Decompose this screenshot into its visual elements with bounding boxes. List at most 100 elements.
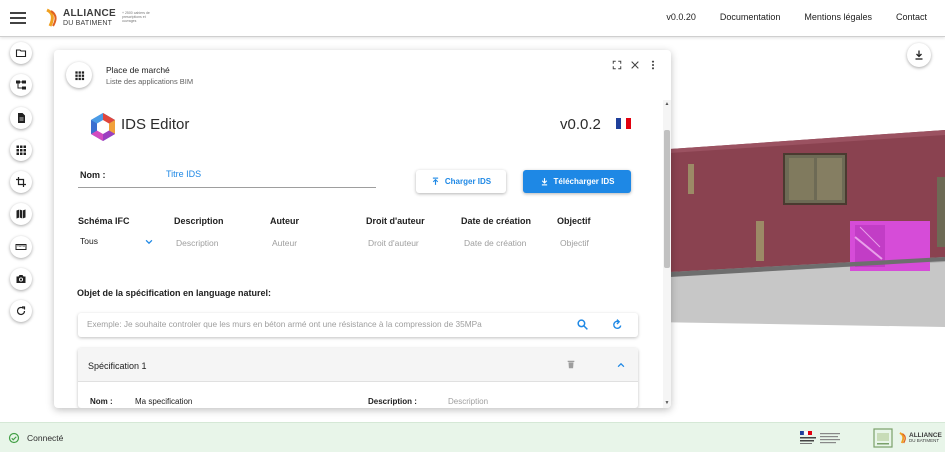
spec-name-label: Nom :: [90, 397, 113, 406]
app-title: IDS Editor: [121, 116, 190, 133]
specification-title: Spécification 1: [88, 361, 147, 371]
crop-icon: [16, 177, 26, 188]
download-icon: [915, 50, 923, 60]
documentation-link[interactable]: Documentation: [720, 12, 781, 22]
logo-tagline: + 2500 cahiers de prescriptions et ouvra…: [121, 11, 150, 23]
footer-logo-sub: DU BATIMENT: [909, 438, 940, 443]
load-ids-label: Charger IDS: [444, 177, 492, 186]
description-header: Description: [174, 216, 224, 226]
document-icon: [18, 112, 25, 123]
marketplace-panel: Place de marché Liste des applications B…: [54, 50, 671, 408]
contact-link[interactable]: Contact: [896, 12, 927, 22]
objective-input[interactable]: Objectif: [560, 238, 589, 248]
map-icon: [16, 209, 26, 219]
download-icon: [541, 178, 547, 186]
measure-button[interactable]: [10, 235, 32, 258]
natural-language-input[interactable]: [87, 319, 557, 329]
menu-icon[interactable]: [10, 12, 26, 24]
scroll-down-icon[interactable]: ▼: [664, 400, 670, 406]
apps-button[interactable]: [10, 138, 32, 161]
natural-language-search: [78, 313, 638, 337]
copyright-input[interactable]: Droit d'auteur: [368, 238, 419, 248]
spec-name-value[interactable]: Ma specification: [135, 397, 192, 406]
upload-icon: [432, 177, 439, 185]
name-input[interactable]: [166, 169, 366, 179]
download-button[interactable]: [907, 43, 931, 67]
author-header: Auteur: [270, 216, 299, 226]
spec-description-label: Description :: [368, 397, 417, 406]
more-options-button[interactable]: [645, 57, 661, 73]
close-icon: [631, 61, 639, 69]
download-ids-button[interactable]: Télécharger IDS: [523, 170, 631, 193]
document-button[interactable]: [10, 106, 32, 129]
republique-francaise-logo-icon: [800, 430, 840, 444]
name-label: Nom :: [80, 170, 106, 180]
logo-main-text: ALLIANCE: [63, 8, 116, 19]
logo-sub-text: DU BATIMENT: [63, 20, 113, 27]
natural-language-spec-label: Objet de la spécification en language na…: [77, 288, 272, 298]
reset-icon[interactable]: [611, 318, 624, 331]
name-field: Nom :: [78, 168, 376, 188]
alliance-footer-logo: ALLIANCE DU BATIMENT: [898, 430, 942, 446]
crop-button[interactable]: [10, 171, 32, 194]
panel-apps-button[interactable]: [66, 62, 92, 88]
ids-editor-logo-icon: [91, 113, 115, 141]
more-vertical-icon: [651, 60, 655, 70]
apps-grid-icon: [16, 145, 26, 155]
creation-date-header: Date de création: [461, 216, 532, 226]
ruler-icon: [15, 243, 27, 250]
close-button[interactable]: [627, 57, 643, 73]
spec-description-input[interactable]: Description: [448, 397, 488, 406]
left-toolbar: [10, 42, 34, 333]
refresh-icon: [16, 306, 26, 316]
app-version: v0.0.2: [560, 116, 601, 133]
alliance-logo-mark-icon: [899, 432, 906, 444]
chevron-down-icon[interactable]: [144, 237, 154, 247]
load-ids-button[interactable]: Charger IDS: [416, 170, 506, 193]
check-circle-icon: [8, 432, 20, 444]
folder-button[interactable]: [10, 42, 32, 64]
fullscreen-button[interactable]: [609, 57, 625, 73]
panel-subtitle: Liste des applications BIM: [106, 77, 194, 86]
scrollbar-thumb[interactable]: [664, 130, 670, 268]
camera-icon: [16, 275, 26, 284]
top-nav: v0.0.20 Documentation Mentions légales C…: [642, 12, 927, 22]
panel-title: Place de marché: [106, 65, 170, 75]
reset-view-button[interactable]: [10, 300, 32, 323]
folder-icon: [15, 49, 27, 58]
specification-card: Spécification 1 Nom : Ma specification D…: [78, 348, 638, 408]
panel-header: Place de marché Liste des applications B…: [54, 50, 671, 100]
language-flag-fr[interactable]: [616, 118, 631, 129]
objective-header: Objectif: [557, 216, 591, 226]
tree-structure-button[interactable]: [10, 74, 32, 97]
ids-editor-content: IDS Editor v0.0.2 Nom : Charger IDS Télé…: [54, 100, 663, 408]
screenshot-button[interactable]: [10, 268, 32, 291]
copyright-header: Droit d'auteur: [366, 216, 425, 226]
map-button[interactable]: [10, 203, 32, 226]
fullscreen-icon: [612, 60, 622, 70]
status-bar: Connecté ALLIANCE DU BATIMENT: [0, 422, 945, 452]
ifc-schema-select[interactable]: Tous: [80, 236, 98, 246]
legal-notice-link[interactable]: Mentions légales: [804, 12, 872, 22]
panel-actions: [607, 57, 661, 73]
creation-date-input[interactable]: Date de création: [464, 238, 526, 248]
apps-grid-icon: [74, 70, 84, 80]
scroll-up-icon[interactable]: ▲: [664, 101, 670, 107]
search-icon[interactable]: [576, 318, 589, 331]
top-app-bar: ALLIANCE DU BATIMENT + 2500 cahiers de p…: [0, 0, 945, 37]
delete-icon[interactable]: [566, 359, 576, 370]
version-link[interactable]: v0.0.20: [666, 12, 696, 22]
alliance-logo-mark-icon: [46, 8, 57, 27]
tree-structure-icon: [16, 80, 26, 90]
download-ids-label: Télécharger IDS: [553, 177, 615, 186]
author-input[interactable]: Auteur: [272, 238, 297, 248]
chevron-up-icon[interactable]: [616, 360, 626, 370]
ifc-schema-header: Schéma IFC: [78, 216, 130, 226]
panel-scrollbar[interactable]: ▲ ▼: [663, 100, 671, 408]
partner-logo-icon: [873, 428, 893, 448]
alliance-logo[interactable]: ALLIANCE DU BATIMENT + 2500 cahiers de p…: [44, 6, 154, 30]
description-input[interactable]: Description: [176, 238, 219, 248]
connection-status: Connecté: [27, 433, 64, 443]
specification-card-header[interactable]: Spécification 1: [78, 348, 638, 382]
building-model[interactable]: [650, 127, 945, 347]
